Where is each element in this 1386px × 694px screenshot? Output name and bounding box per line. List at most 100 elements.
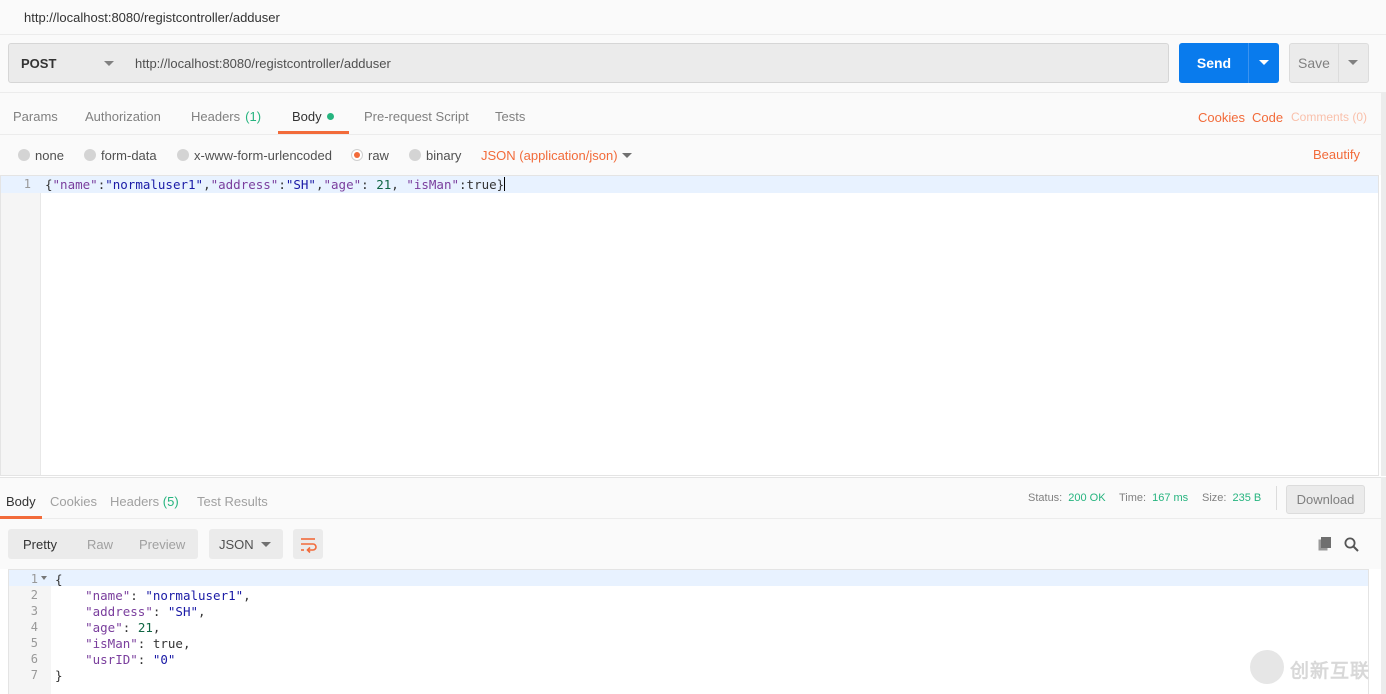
save-options-button[interactable] <box>1338 43 1369 83</box>
download-button[interactable]: Download <box>1286 485 1365 514</box>
editor-gutter <box>1 176 41 475</box>
tab-body-label: Body <box>292 109 322 124</box>
url-value: http://localhost:8080/registcontroller/a… <box>135 56 391 71</box>
scrollbar[interactable] <box>1381 93 1386 476</box>
format-select[interactable]: JSON <box>209 529 283 559</box>
response-code-line: } <box>55 668 63 683</box>
wrap-lines-button[interactable] <box>293 529 323 559</box>
size-value: 235 B <box>1232 492 1262 504</box>
response-tab-headers-label: Headers <box>110 494 160 509</box>
response-code-line: "address": "SH", <box>85 604 206 619</box>
view-pretty-button[interactable]: Pretty <box>23 537 57 552</box>
content-type-select[interactable]: JSON (application/json) <box>481 148 618 163</box>
chevron-down-icon <box>1259 60 1269 65</box>
method-select[interactable]: POST <box>8 43 125 83</box>
line-number: 1 <box>23 177 31 191</box>
line-number: 6 <box>30 652 38 666</box>
radio-form-data-label[interactable]: form-data <box>101 148 157 163</box>
response-code-line: "usrID": "0" <box>85 652 176 667</box>
view-raw-button[interactable]: Raw <box>87 537 113 552</box>
request-tabs: Params Authorization Headers (1) Body Pre… <box>0 93 1386 135</box>
response-code-line: { <box>55 572 63 587</box>
radio-raw[interactable] <box>351 149 363 161</box>
chevron-down-icon <box>261 542 271 547</box>
size-label: Size: <box>1202 492 1227 504</box>
send-options-button[interactable] <box>1248 43 1279 83</box>
watermark-logo: 创新互联 <box>1248 648 1380 686</box>
watermark-icon <box>1250 650 1284 684</box>
response-tab-test-results[interactable]: Test Results <box>197 494 268 509</box>
line-number: 5 <box>30 636 38 650</box>
tab-pre-request-script[interactable]: Pre-request Script <box>364 109 469 124</box>
search-icon[interactable] <box>1344 537 1359 552</box>
wrap-lines-icon <box>301 538 317 554</box>
size-info: Size: 235 B <box>1202 492 1261 504</box>
chevron-down-icon <box>1348 60 1358 65</box>
line-number: 2 <box>30 588 38 602</box>
watermark-text: 创新互联 <box>1290 661 1371 682</box>
response-body-viewer[interactable]: 1 {2 "name": "normaluser1", 3 "address": "… <box>8 569 1369 694</box>
format-value: JSON <box>219 537 254 552</box>
divider <box>1276 486 1277 510</box>
response-view-controls: Pretty Raw Preview JSON <box>0 519 1381 569</box>
request-body-editor[interactable]: 1 {"name":"normaluser1","address":"SH","… <box>0 175 1379 476</box>
tab-headers-label: Headers <box>191 109 241 124</box>
save-button[interactable]: Save <box>1289 43 1339 83</box>
tab-headers[interactable]: Headers (1) <box>191 109 261 124</box>
response-tab-cookies[interactable]: Cookies <box>50 494 97 509</box>
radio-binary[interactable] <box>409 149 421 161</box>
response-tab-headers[interactable]: Headers (5) <box>110 494 179 509</box>
line-number: 4 <box>30 620 38 634</box>
comments-link[interactable]: Comments (0) <box>1291 110 1367 124</box>
time-label: Time: <box>1119 492 1147 504</box>
status-value: 200 OK <box>1068 492 1106 504</box>
beautify-link[interactable]: Beautify <box>1313 147 1360 162</box>
scrollbar[interactable] <box>1381 477 1386 694</box>
chevron-down-icon <box>104 61 114 66</box>
fold-toggle-icon[interactable] <box>41 576 47 580</box>
line-number: 3 <box>30 604 38 618</box>
window-title: http://localhost:8080/registcontroller/a… <box>24 10 280 25</box>
response-tab-body[interactable]: Body <box>6 494 36 509</box>
view-preview-button[interactable]: Preview <box>139 537 185 552</box>
request-body-code[interactable]: {"name":"normaluser1","address":"SH","ag… <box>45 177 506 192</box>
tab-tests[interactable]: Tests <box>495 109 525 124</box>
radio-form-data[interactable] <box>84 149 96 161</box>
headers-count: (1) <box>245 109 262 124</box>
radio-raw-label[interactable]: raw <box>368 148 389 163</box>
radio-urlencoded-label[interactable]: x-www-form-urlencoded <box>194 148 332 163</box>
response-code-line: "isMan": true, <box>85 636 191 651</box>
status-info: Status: 200 OK <box>1028 492 1106 504</box>
response-headers-count: (5) <box>162 494 179 509</box>
response-code-line: "name": "normaluser1", <box>85 588 251 603</box>
radio-none[interactable] <box>18 149 30 161</box>
line-number: 7 <box>30 668 38 682</box>
cookies-link[interactable]: Cookies <box>1198 110 1245 125</box>
response-tabs: Body Cookies Headers (5) Test Results St… <box>0 477 1381 519</box>
text-cursor <box>504 177 506 191</box>
active-tab-underline <box>278 131 349 134</box>
tab-authorization[interactable]: Authorization <box>85 109 161 124</box>
radio-urlencoded[interactable] <box>177 149 189 161</box>
line-number: 1 <box>30 572 38 586</box>
method-value: POST <box>21 56 57 71</box>
radio-none-label[interactable]: none <box>35 148 64 163</box>
view-mode-segmented: Pretty Raw Preview <box>8 529 198 559</box>
request-bar: POST http://localhost:8080/registcontrol… <box>0 35 1386 93</box>
status-label: Status: <box>1028 492 1063 504</box>
active-line-highlight <box>9 570 1368 586</box>
radio-binary-label[interactable]: binary <box>426 148 461 163</box>
body-type-options: none form-data x-www-form-urlencoded raw… <box>0 135 1386 175</box>
copy-icon[interactable] <box>1318 537 1332 551</box>
code-link[interactable]: Code <box>1252 110 1283 125</box>
time-value: 167 ms <box>1152 492 1189 504</box>
time-info: Time: 167 ms <box>1119 492 1188 504</box>
url-input[interactable]: http://localhost:8080/registcontroller/a… <box>124 43 1169 83</box>
response-code-line: "age": 21, <box>85 620 161 635</box>
tab-body[interactable]: Body <box>292 109 334 124</box>
chevron-down-icon[interactable] <box>622 153 632 158</box>
tab-params[interactable]: Params <box>13 109 58 124</box>
send-button[interactable]: Send <box>1179 43 1249 83</box>
body-indicator-dot <box>326 113 334 120</box>
window-title-bar: http://localhost:8080/registcontroller/a… <box>0 0 1386 35</box>
